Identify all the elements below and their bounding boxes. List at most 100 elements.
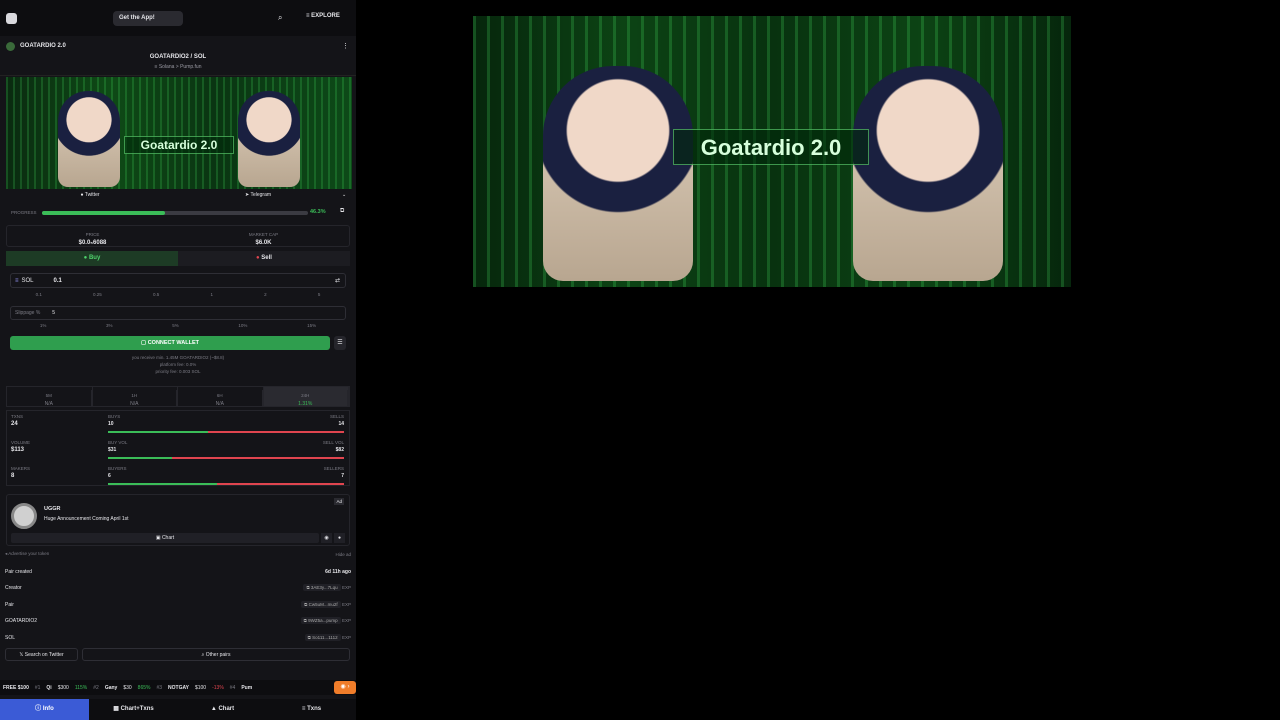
ticker-token[interactable]: NOTGAY xyxy=(168,685,189,691)
get-app-button[interactable]: Get the App! xyxy=(113,11,183,26)
buy-tab[interactable]: ● Buy xyxy=(6,251,178,266)
twitter-label: Twitter xyxy=(84,192,100,198)
copy-address[interactable]: ⧉ Cw5uM...mu2f xyxy=(301,601,341,608)
mcap-label: MARKET CAP xyxy=(248,232,279,237)
tab-info[interactable]: ⓘ Info xyxy=(0,699,89,720)
progress-label: PROGRESS xyxy=(11,210,37,215)
twitter-link[interactable]: ● Twitter xyxy=(6,192,174,198)
slippage-value[interactable]: 5 xyxy=(52,310,55,316)
mcap-value: $6.0K xyxy=(255,240,272,246)
explorer-link[interactable]: EXP xyxy=(342,602,351,607)
ticker-promo[interactable]: FREE $100 xyxy=(3,685,29,691)
banner-title: Goatardio 2.0 xyxy=(124,136,234,154)
sell-tab[interactable]: ● Sell xyxy=(178,251,350,266)
ticker-arrow-icon[interactable]: ◉ › xyxy=(334,681,356,694)
platform-fee: platform fee: 0.0% xyxy=(159,362,197,367)
info-row-created: Pair created 6d 11h ago xyxy=(5,566,351,578)
amount-chip[interactable]: 5 xyxy=(318,292,321,297)
search-twitter-button[interactable]: 𝕏 Search on Twitter xyxy=(5,648,78,661)
search-icon[interactable]: ⌕ xyxy=(278,13,282,23)
ad-name: UGGR xyxy=(44,506,61,512)
copy-address[interactable]: ⧉ 3AE3y...7Lqu xyxy=(303,584,341,591)
app-logo[interactable] xyxy=(6,13,17,24)
token-panel: Get the App! ⌕ ≡ EXPLORE GOATARDIO 2.0 ⋮… xyxy=(0,0,356,720)
tab-chart[interactable]: ▲ Chart xyxy=(178,699,267,720)
explorer-link[interactable]: EXP xyxy=(342,635,351,640)
buys-value: 10 xyxy=(108,421,114,427)
period-label: 24H xyxy=(264,390,348,398)
amount-input[interactable]: ≡ SOL 0.1 ⇄ xyxy=(10,273,346,288)
explorer-link[interactable]: EXP xyxy=(342,618,351,623)
ticker-token[interactable]: Pum xyxy=(241,685,252,691)
amount-chip[interactable]: 0.25 xyxy=(93,292,102,297)
amount-chip[interactable]: 2 xyxy=(264,292,267,297)
connect-label: CONNECT WALLET xyxy=(147,340,200,346)
address-value: Cw5uM...mu2f xyxy=(308,602,338,607)
slippage-chip[interactable]: 15% xyxy=(307,323,316,328)
settings-icon[interactable]: ☰ xyxy=(334,336,346,350)
amount-value[interactable]: 0.1 xyxy=(54,278,62,284)
user-icon[interactable]: ● xyxy=(334,533,345,543)
ad-chart-button[interactable]: ▣ Chart xyxy=(11,533,319,543)
info-row-creator: Creator ⧉ 3AE3y...7Lqu EXP xyxy=(5,582,351,594)
advertise-link[interactable]: ◂ Advertise your token xyxy=(5,551,49,557)
priority-fee: priority fee: 0.003 SOL xyxy=(155,369,201,374)
sellers-label: SELLERS xyxy=(323,466,344,471)
address-value: 9WZ5a...pump xyxy=(308,618,338,623)
progress-bar xyxy=(42,211,308,215)
slippage-chip[interactable]: 5% xyxy=(172,323,179,328)
pair-quote: SOL xyxy=(193,54,207,60)
dex-label[interactable]: Pump.fun xyxy=(180,64,201,70)
ticker-change: -13% xyxy=(212,684,224,691)
amount-chip[interactable]: 1 xyxy=(210,292,213,297)
amount-chip[interactable]: 0.1 xyxy=(36,292,42,297)
pair-base: GOATARDIO2 xyxy=(149,54,189,60)
buyvol-label: BUY VOL xyxy=(108,440,128,445)
tab-txns[interactable]: ≡ Txns xyxy=(267,699,356,720)
token-name: GOATARDIO 2.0 xyxy=(20,43,66,49)
progress-fill xyxy=(42,211,166,215)
slippage-input[interactable]: Slippage % 5 xyxy=(10,306,346,320)
period-1h[interactable]: 1H N/A xyxy=(93,387,178,407)
slippage-chip[interactable]: 1% xyxy=(40,323,47,328)
telegram-link[interactable]: ➤ Telegram xyxy=(174,192,342,198)
chevron-down-icon[interactable]: ⌄ xyxy=(342,192,352,198)
explorer-link[interactable]: EXP xyxy=(342,585,351,590)
copy-address[interactable]: ⧉ 9WZ5a...pump xyxy=(300,617,341,624)
period-5m[interactable]: 5M N/A xyxy=(7,387,93,407)
advertise-label: Advertise your token xyxy=(8,551,50,556)
more-menu-icon[interactable]: ⋮ xyxy=(342,42,349,50)
ticker-price: $100 xyxy=(194,684,207,691)
explore-button[interactable]: ≡ EXPLORE xyxy=(306,13,340,19)
chain-label[interactable]: Solana xyxy=(159,64,175,70)
external-link-icon[interactable]: ⧉ xyxy=(340,208,344,215)
txns-label: TXNS xyxy=(11,414,24,419)
globe-icon[interactable]: ◉ xyxy=(321,533,332,543)
banner-title: Goatardio 2.0 xyxy=(673,129,869,165)
hide-ad-link[interactable]: Hide ad xyxy=(335,552,351,557)
amount-chip[interactable]: 0.5 xyxy=(153,292,159,297)
period-label: 6H xyxy=(178,390,263,398)
ticker-change: 865% xyxy=(137,684,151,691)
makers-label: MAKERS xyxy=(11,466,31,471)
ticker-token[interactable]: Qi xyxy=(46,685,51,691)
trending-ticker[interactable]: FREE $100 #1 Qi $300 115% #2 Gany $30 865% #3 N… xyxy=(0,680,356,695)
connect-wallet-button[interactable]: ▢ CONNECT WALLET xyxy=(10,336,330,350)
period-6h[interactable]: 6H N/A xyxy=(178,387,264,407)
period-value: 1.31% xyxy=(264,398,348,407)
ad-card[interactable]: Ad UGGR Huge Announcement Coming April 1… xyxy=(6,494,350,546)
ad-logo xyxy=(11,503,37,529)
period-24h[interactable]: 24H 1.31% xyxy=(263,387,349,407)
period-value: N/A xyxy=(178,398,263,407)
makers-value: 8 xyxy=(11,473,15,479)
buyers-label: BUYERS xyxy=(108,466,127,471)
slippage-chip[interactable]: 10% xyxy=(238,323,247,328)
copy-address[interactable]: ⧉ So111...1112 xyxy=(304,634,341,641)
tab-chart-txns[interactable]: ▦ Chart+Txns xyxy=(89,699,178,720)
banner-preview: Goatardio 2.0 xyxy=(473,16,1071,287)
ticker-token[interactable]: Gany xyxy=(105,685,118,691)
other-pairs-button[interactable]: ⌕ Other pairs xyxy=(82,648,350,661)
swap-icon[interactable]: ⇄ xyxy=(335,277,340,284)
period-label: 1H xyxy=(93,390,177,398)
slippage-chip[interactable]: 3% xyxy=(106,323,113,328)
